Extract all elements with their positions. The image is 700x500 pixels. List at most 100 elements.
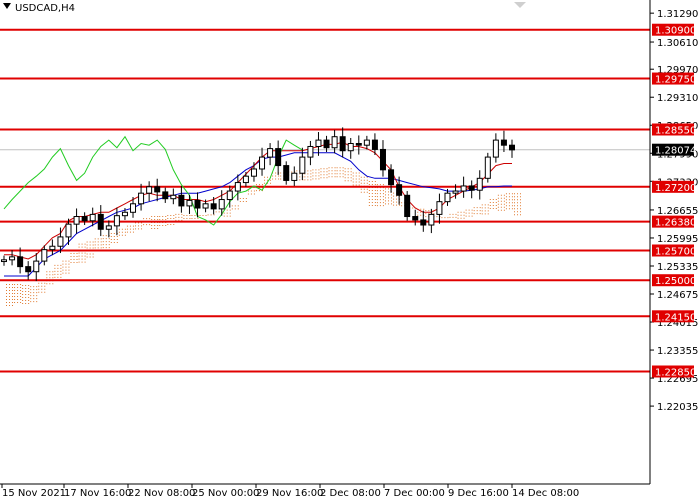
candle-body [259, 156, 266, 170]
level-label: 1.28550 [655, 125, 696, 136]
current-price-marker: 1.28074 [652, 143, 696, 157]
candle-body [65, 223, 72, 238]
candle-body [484, 156, 491, 179]
candlesticks[interactable] [1, 127, 515, 282]
time-tick-label: 7 Dec 00:00 [384, 488, 445, 499]
candle-body [154, 186, 161, 193]
candle-body [412, 216, 419, 221]
candle-body [283, 165, 290, 181]
candle-body [41, 249, 48, 262]
price-tick-label: 1.30610 [657, 38, 698, 49]
candle-body [379, 148, 386, 171]
candle-body [81, 216, 88, 222]
candle-body [476, 177, 483, 191]
candle-body [250, 168, 257, 177]
tenkan-sen-line [4, 141, 512, 260]
candle-body [57, 236, 64, 247]
candle-body [234, 182, 241, 192]
candle-body [396, 184, 403, 196]
chart-axes [0, 0, 651, 485]
candle-body [436, 201, 443, 215]
price-tick-label: 1.22035 [657, 402, 698, 413]
candle-body [105, 225, 112, 230]
kijun-sen-line [4, 152, 512, 277]
support-resistance-levels [0, 28, 650, 373]
time-axis-ticks: 15 Nov 202117 Nov 16:0022 Nov 08:0025 No… [1, 484, 579, 499]
candle-body [33, 260, 40, 273]
candle-body [275, 148, 282, 167]
kijun-sen-path [4, 152, 512, 277]
candle-body [428, 213, 435, 226]
candle-body [194, 199, 201, 209]
time-tick-label: 29 Nov 16:00 [256, 488, 323, 499]
candle-body [17, 256, 24, 268]
level-label: 1.25700 [655, 246, 696, 257]
candle-body [9, 256, 16, 261]
price-chart[interactable]: 1.312901.306101.299701.293101.286501.279… [0, 0, 700, 500]
candle-body [138, 192, 145, 205]
candle-body [355, 143, 362, 146]
candle-body [315, 139, 322, 147]
chart-shift-marker-icon[interactable] [514, 2, 526, 8]
candle-body [162, 191, 169, 200]
candle-body [492, 139, 499, 158]
candle-body [363, 139, 370, 146]
candle-body [339, 136, 346, 152]
candle-body [121, 211, 128, 217]
price-tick-label: 1.24675 [657, 290, 698, 301]
price-axis-ticks: 1.312901.306101.299701.293101.286501.279… [650, 9, 698, 413]
level-label: 1.25000 [655, 276, 696, 287]
candle-body [97, 213, 104, 230]
level-label: 1.29750 [655, 75, 696, 86]
current-price-label: 1.28074 [655, 146, 696, 157]
collapse-arrow-icon[interactable] [3, 3, 11, 9]
candle-body [89, 213, 96, 222]
candle-body [500, 139, 507, 146]
time-tick-label: 25 Nov 00:00 [192, 488, 259, 499]
price-tick-label: 1.23355 [657, 346, 698, 357]
level-label: 1.26380 [655, 218, 696, 229]
candle-body [242, 175, 249, 184]
candle-body [307, 145, 314, 158]
candle-body [1, 259, 7, 263]
price-tick-label: 1.26655 [657, 206, 698, 217]
ichimoku-cloud [6, 167, 523, 306]
candle-body [299, 156, 306, 174]
candle-body [509, 144, 515, 151]
candle-body [468, 185, 475, 191]
time-tick-label: 15 Nov 2021 [2, 488, 66, 499]
candle-body [178, 194, 185, 207]
price-tick-label: 1.25335 [657, 262, 698, 273]
candle-body [404, 194, 411, 218]
price-tick-label: 1.29310 [657, 93, 698, 104]
candle-body [444, 192, 451, 203]
candle-body [452, 190, 459, 194]
level-label: 1.30900 [655, 26, 696, 37]
candle-body [113, 215, 120, 227]
price-tick-label: 1.31290 [657, 9, 698, 20]
candle-body [210, 203, 217, 210]
candle-body [146, 186, 153, 194]
symbol-header: USDCAD,H4 [3, 3, 75, 14]
candle-body [291, 172, 298, 181]
candle-body [49, 245, 56, 251]
candle-body [420, 219, 427, 226]
candle-body [226, 190, 233, 201]
candle-body [347, 143, 354, 152]
candle-body [267, 148, 274, 158]
chart-window[interactable]: 1.312901.306101.299701.293101.286501.279… [0, 0, 700, 500]
time-tick-label: 2 Dec 08:00 [320, 488, 381, 499]
candle-body [73, 216, 80, 225]
candle-body [186, 199, 193, 207]
level-label: 1.22850 [655, 367, 696, 378]
level-label: 1.24150 [655, 312, 696, 323]
candle-body [331, 136, 338, 149]
candle-body [323, 139, 330, 149]
candle-body [170, 194, 177, 200]
time-tick-label: 17 Nov 16:00 [64, 488, 131, 499]
candle-body [202, 203, 209, 209]
time-tick-label: 14 Dec 08:00 [512, 488, 579, 499]
candle-body [371, 139, 378, 150]
candle-body [130, 203, 137, 213]
tenkan-sen-path [4, 141, 512, 260]
